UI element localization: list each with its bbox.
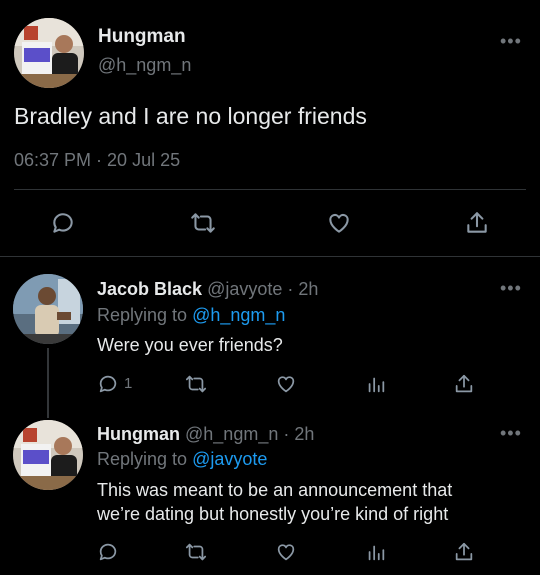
avatar-photo [13,274,83,344]
thread-connector [47,348,49,418]
main-more-button[interactable]: ••• [500,32,522,50]
reply2-time[interactable]: 2h [294,424,314,444]
reply-icon[interactable] [95,371,121,397]
reply2-separator: · [283,424,290,444]
share-icon[interactable] [451,371,477,397]
reply2-display-name[interactable]: Hungman [97,424,180,444]
main-divider [14,189,526,190]
avatar-photo [13,420,83,490]
reply1-more-button[interactable]: ••• [500,279,522,297]
retweet-icon[interactable] [188,208,218,238]
reply1-separator: · [287,279,294,299]
reply-icon[interactable] [48,208,78,238]
avatar-photo [14,18,84,88]
reply1-replying-to: Replying to @h_ngm_n [97,305,285,326]
reply2-text-line1: This was meant to be an announcement tha… [97,480,453,500]
main-timestamp[interactable]: 06:37 PM · 20 Jul 25 [14,150,180,171]
reply2-replying-prefix: Replying to [97,449,188,469]
avatar-hungman-reply[interactable] [13,420,83,490]
reply1-time[interactable]: 2h [298,279,318,299]
main-display-name[interactable]: Hungman [98,26,186,48]
reply2-header: Hungman @h_ngm_n · 2h [97,424,314,445]
reply1-reply-count: 1 [124,375,133,392]
analytics-icon[interactable] [363,539,389,565]
main-tweet-text: Bradley and I are no longer friends [14,103,367,129]
retweet-icon[interactable] [183,539,209,565]
reply2-replying-handle[interactable]: @javyote [192,449,267,469]
share-icon[interactable] [462,208,492,238]
reply2-replying-to: Replying to @javyote [97,449,267,470]
like-icon[interactable] [273,539,299,565]
retweet-icon[interactable] [183,371,209,397]
share-icon[interactable] [451,539,477,565]
section-divider [0,256,540,257]
reply2-more-button[interactable]: ••• [500,424,522,442]
reply1-header: Jacob Black @javyote · 2h [97,279,318,300]
main-handle[interactable]: @h_ngm_n [98,55,191,76]
avatar-hungman[interactable] [14,18,84,88]
reply2-handle[interactable]: @h_ngm_n [185,424,278,444]
like-icon[interactable] [324,208,354,238]
analytics-icon[interactable] [363,371,389,397]
avatar-jacob-black[interactable] [13,274,83,344]
reply1-text: Were you ever friends? [97,335,283,355]
reply1-display-name[interactable]: Jacob Black [97,279,202,299]
reply2-text-line2: we’re dating but honestly you’re kind of… [97,504,449,524]
reply1-handle[interactable]: @javyote [207,279,282,299]
reply1-replying-prefix: Replying to [97,305,188,325]
reply-icon[interactable] [95,539,121,565]
reply1-replying-handle[interactable]: @h_ngm_n [192,305,285,325]
like-icon[interactable] [273,371,299,397]
